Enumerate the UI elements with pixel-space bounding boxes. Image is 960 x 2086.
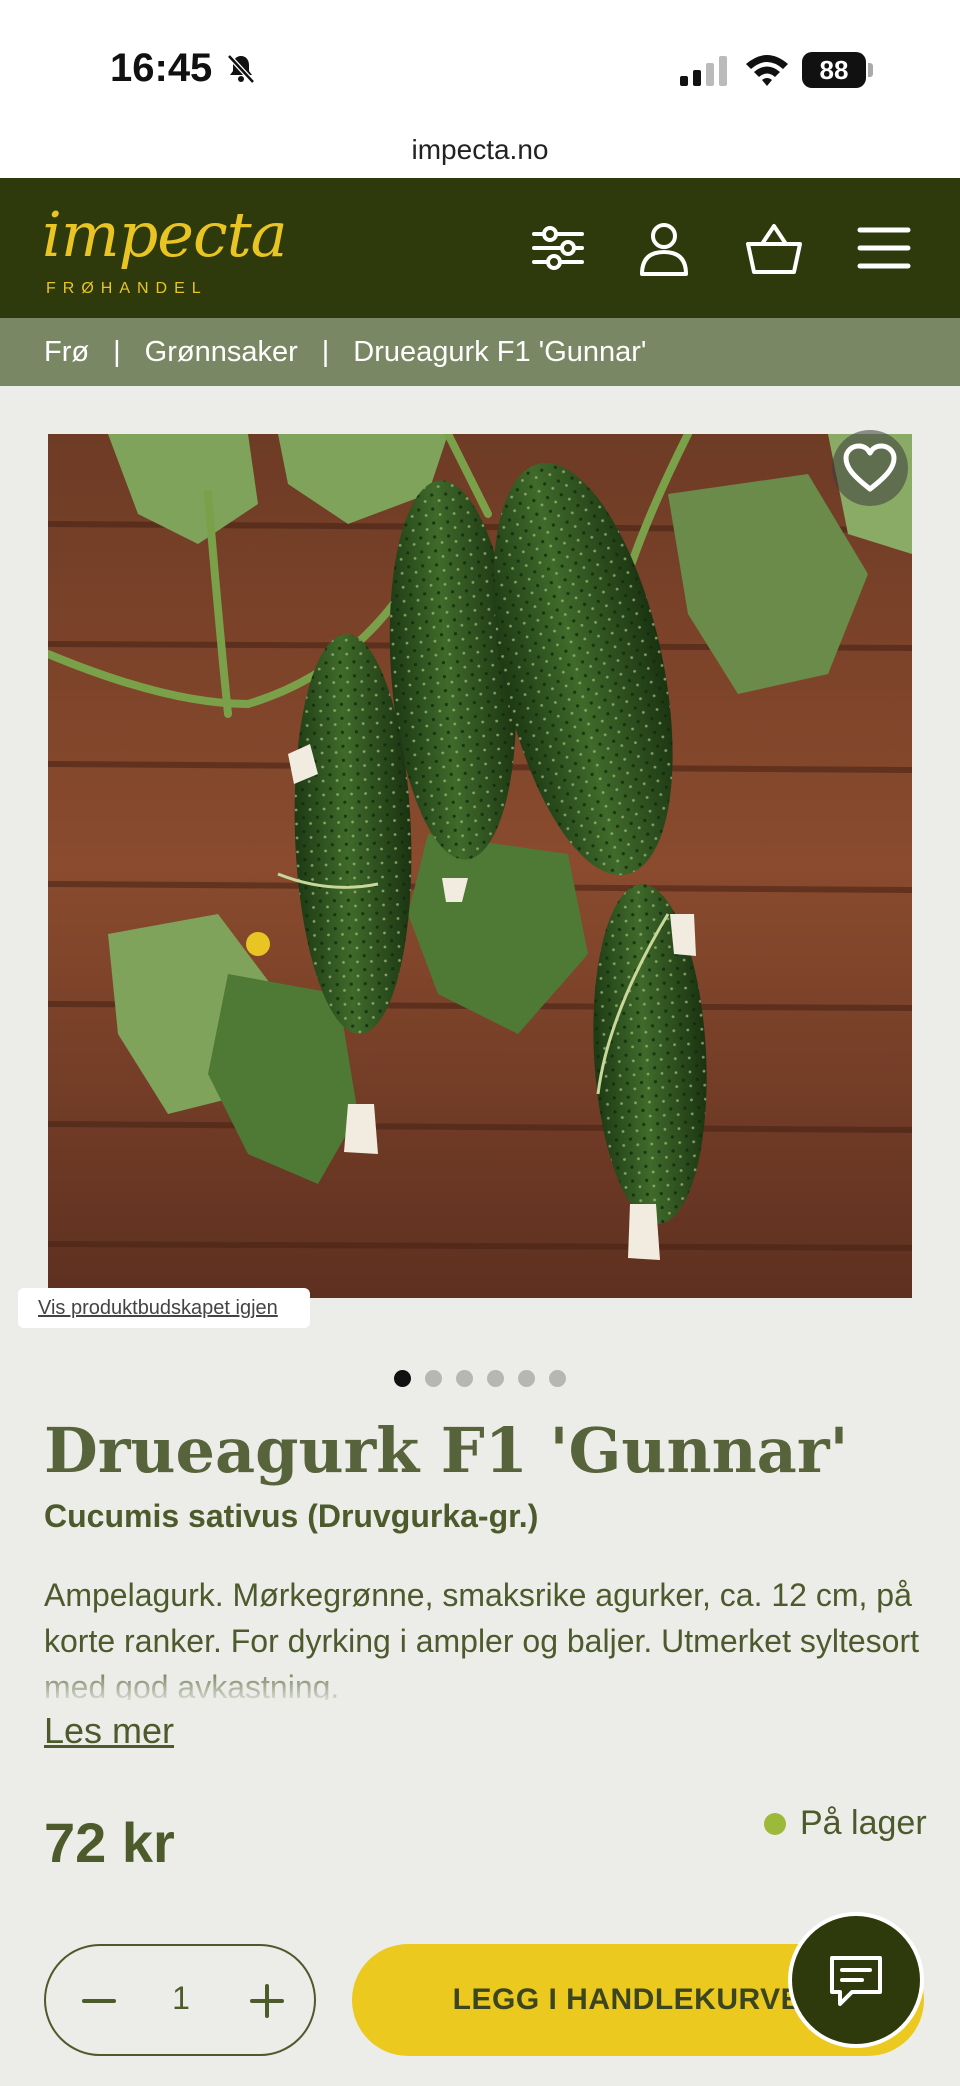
menu-icon[interactable] [854,218,914,278]
user-icon[interactable] [634,218,694,278]
gallery-dot[interactable] [394,1370,411,1387]
gallery-dot[interactable] [425,1370,442,1387]
quantity-stepper: 1 [44,1944,316,2056]
product-title: Drueagurk F1 'Gunnar' [44,1414,849,1487]
status-bar: 16:45 88 [0,0,960,130]
battery-level: 88 [802,52,866,88]
site-logo[interactable]: impecta FRØHANDEL [42,198,288,298]
product-price: 72 kr [44,1811,175,1874]
breadcrumb-separator: | [113,335,121,368]
logo-subtext: FRØHANDEL [46,280,208,297]
chat-icon [830,1956,882,2006]
battery-tip [868,63,873,77]
gallery-dot[interactable] [518,1370,535,1387]
stock-dot-icon [764,1812,786,1835]
product-latin-name: Cucumis sativus (Druvgurka-gr.) [44,1498,539,1534]
heart-icon [843,443,897,492]
breadcrumb-item-current: Drueagurk F1 'Gunnar' [353,335,647,368]
gallery-dot[interactable] [456,1370,473,1387]
breadcrumb: Frø | Grønnsaker | Drueagurk F1 'Gunnar' [0,318,960,386]
gallery-dot[interactable] [549,1370,566,1387]
site-header: impecta FRØHANDEL [0,178,960,318]
plus-icon[interactable] [242,1976,292,2026]
stock-status: På lager [764,1804,927,1843]
address-bar-url[interactable]: impecta.no [0,130,960,178]
stock-status-label: På lager [800,1804,927,1842]
logo-text: impecta [42,198,288,271]
breadcrumb-item-gronnsaker[interactable]: Grønnsaker [145,336,298,369]
breadcrumb-item-fro[interactable]: Frø [44,336,89,369]
reshow-product-message-link[interactable]: Vis produktbudskapet igjen [18,1288,310,1328]
breadcrumb-separator: | [321,335,330,368]
product-image[interactable] [48,434,912,1298]
cucumber-photo [48,434,912,1298]
bell-off-icon [227,54,255,84]
wifi-icon [746,55,788,86]
favorite-button[interactable] [832,430,908,506]
signal-icon [680,56,727,86]
gallery-dot[interactable] [487,1370,504,1387]
minus-icon[interactable] [74,1976,124,2026]
battery-indicator: 88 [802,52,874,88]
filter-icon[interactable] [528,218,588,278]
quantity-value[interactable]: 1 [156,1980,206,2017]
status-time: 16:45 [110,46,213,90]
gallery-pagination [394,1370,566,1387]
chat-button[interactable] [788,1912,924,2048]
read-more-link[interactable]: Les mer [44,1710,174,1752]
basket-icon[interactable] [744,218,804,278]
description-fade [0,1660,960,1704]
